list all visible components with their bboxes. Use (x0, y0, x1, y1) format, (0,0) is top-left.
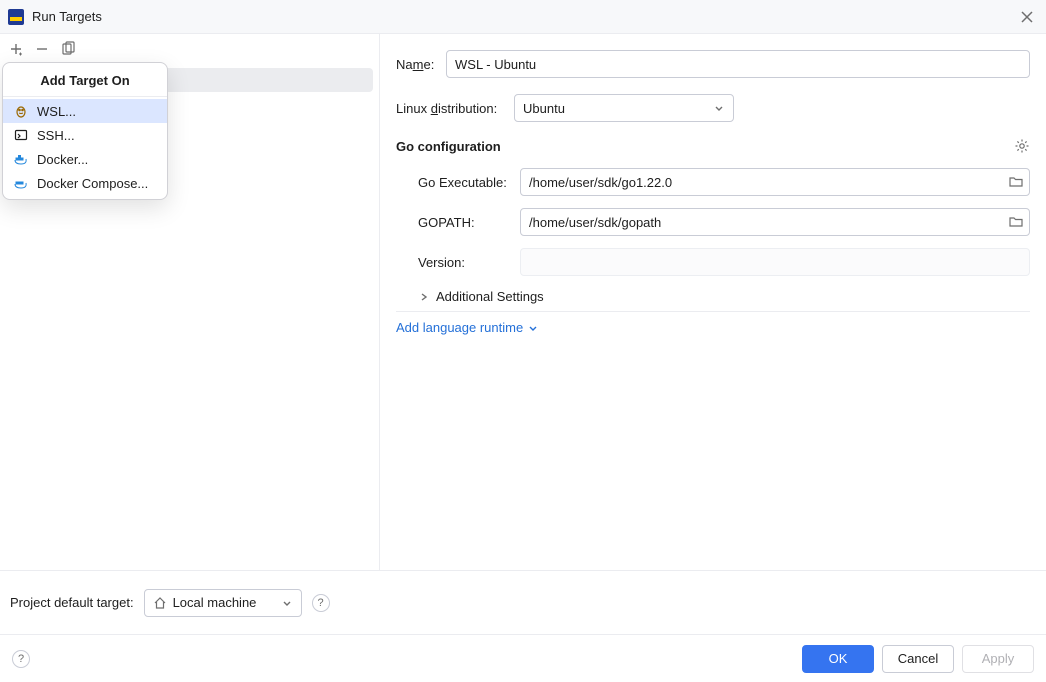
project-default-target-help-icon[interactable]: ? (312, 594, 330, 612)
name-label: Name: (396, 57, 446, 72)
copy-target-button[interactable] (60, 41, 76, 57)
docker-compose-icon (13, 175, 29, 191)
go-executable-label: Go Executable: (418, 175, 520, 190)
name-input[interactable] (446, 50, 1030, 78)
gopath-label: GOPATH: (418, 215, 520, 230)
gear-icon[interactable] (1014, 138, 1030, 154)
browse-folder-icon[interactable] (1008, 174, 1024, 190)
additional-settings-label: Additional Settings (436, 289, 544, 304)
version-field (520, 248, 1030, 276)
version-label: Version: (418, 255, 520, 270)
ok-button[interactable]: OK (802, 645, 874, 673)
project-default-target-row: Project default target: Local machine ? (0, 570, 1046, 634)
dialog-button-row: ? OK Cancel Apply (0, 634, 1046, 682)
browse-folder-icon[interactable] (1008, 214, 1024, 230)
popup-item-label: Docker... (37, 152, 88, 167)
sidebar-toolbar (0, 34, 379, 64)
add-target-button[interactable] (8, 41, 24, 57)
linux-distribution-select[interactable]: Ubuntu (514, 94, 734, 122)
cancel-button[interactable]: Cancel (882, 645, 954, 673)
gopath-input[interactable] (520, 208, 1030, 236)
target-details-panel: Name: Linux distribution: Ubuntu Go conf… (380, 34, 1046, 570)
dialog-title: Run Targets (32, 9, 102, 24)
remove-target-button[interactable] (34, 41, 50, 57)
chevron-right-icon (418, 291, 430, 303)
chevron-down-icon (281, 597, 293, 609)
project-default-target-label: Project default target: (10, 595, 134, 610)
popup-item-docker-compose[interactable]: Docker Compose... (3, 171, 167, 195)
goland-app-icon (8, 9, 24, 25)
add-language-runtime-link[interactable]: Add language runtime (396, 320, 1030, 335)
popup-item-wsl[interactable]: WSL... (3, 99, 167, 123)
popup-item-docker[interactable]: Docker... (3, 147, 167, 171)
go-executable-input[interactable] (520, 168, 1030, 196)
popup-separator (3, 96, 167, 97)
add-target-popup: Add Target On WSL... SSH... (2, 62, 168, 200)
terminal-icon (13, 127, 29, 143)
dialog-titlebar: Run Targets (0, 0, 1046, 34)
project-default-target-value: Local machine (173, 595, 257, 610)
popup-item-ssh[interactable]: SSH... (3, 123, 167, 147)
chevron-down-icon (527, 322, 539, 334)
linux-distribution-label: Linux distribution: (396, 101, 514, 116)
close-icon[interactable] (1020, 10, 1034, 24)
popup-item-label: WSL... (37, 104, 76, 119)
linux-distribution-value: Ubuntu (523, 101, 565, 116)
dialog-help-icon[interactable]: ? (12, 650, 30, 668)
popup-item-label: SSH... (37, 128, 75, 143)
additional-settings-expander[interactable]: Additional Settings (396, 288, 1030, 312)
home-icon (153, 596, 167, 610)
add-language-runtime-label: Add language runtime (396, 320, 523, 335)
go-configuration-section-title: Go configuration (396, 139, 501, 154)
docker-icon (13, 151, 29, 167)
chevron-down-icon (713, 102, 725, 114)
penguin-icon (13, 103, 29, 119)
project-default-target-combo[interactable]: Local machine (144, 589, 302, 617)
popup-header: Add Target On (3, 67, 167, 94)
apply-button[interactable]: Apply (962, 645, 1034, 673)
popup-item-label: Docker Compose... (37, 176, 148, 191)
